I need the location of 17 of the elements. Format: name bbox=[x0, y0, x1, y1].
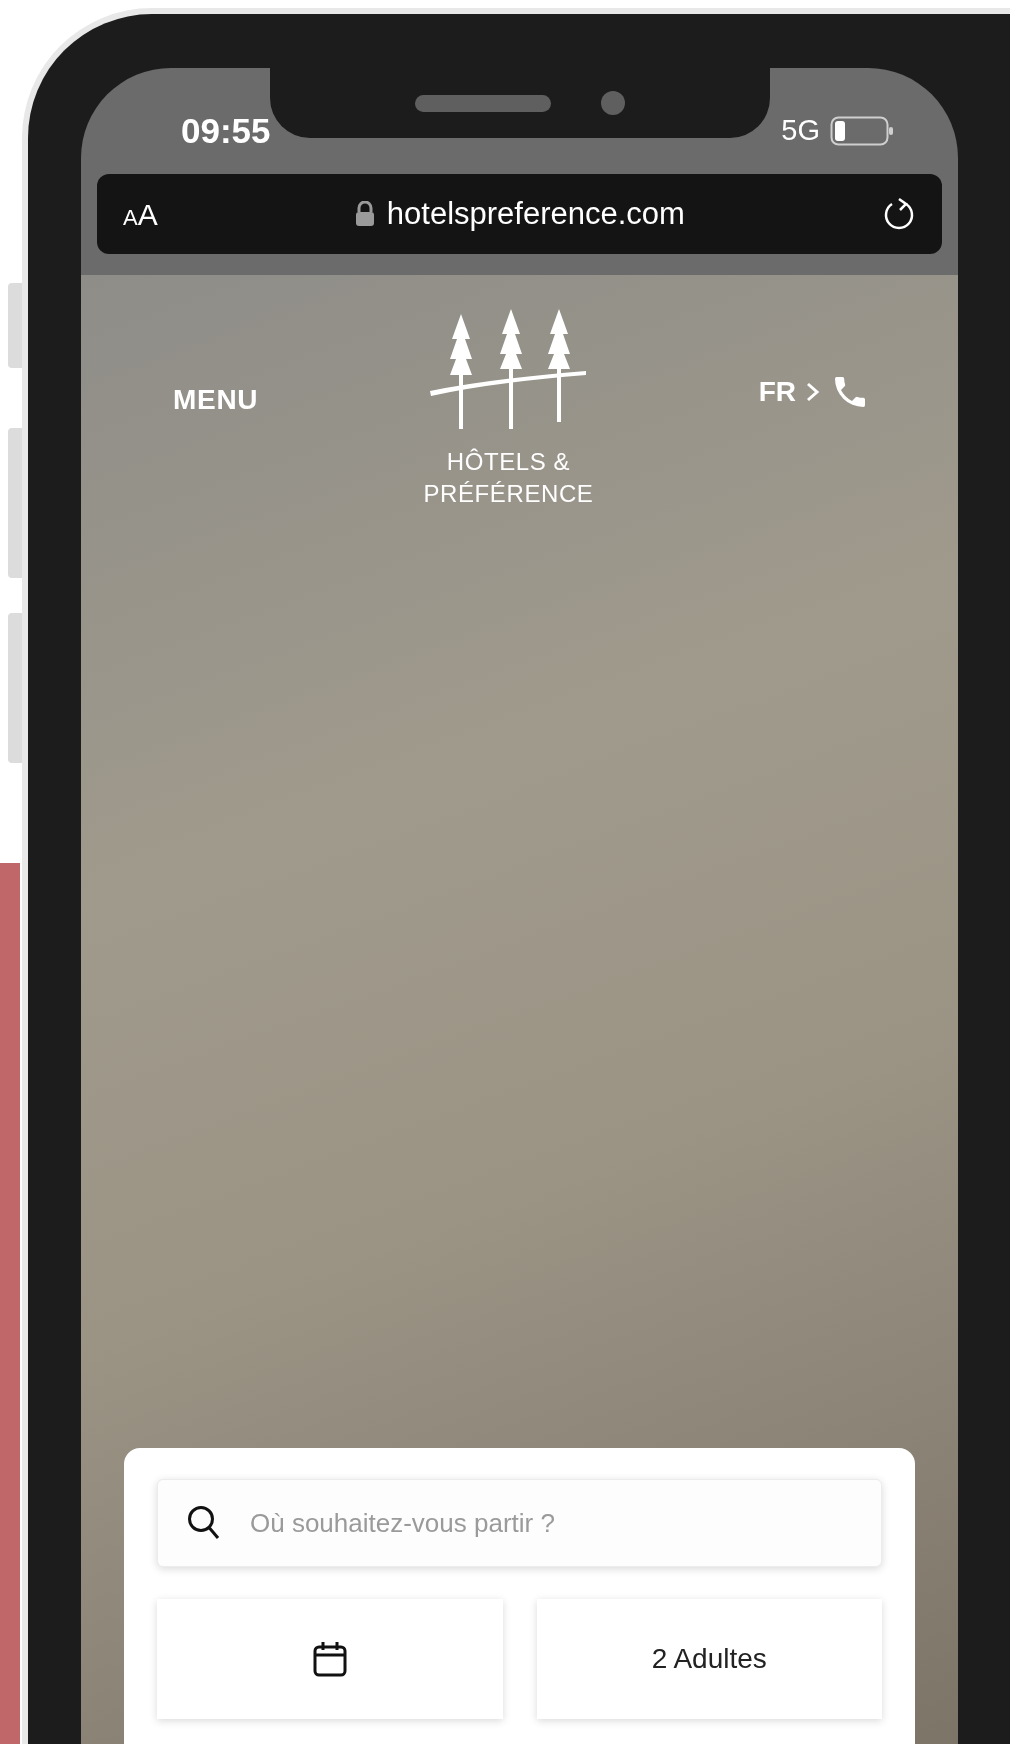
lock-icon bbox=[354, 201, 375, 227]
camera-icon bbox=[601, 91, 625, 115]
address-bar[interactable]: AA hotelspreference.com bbox=[97, 174, 942, 254]
battery-icon bbox=[830, 116, 894, 146]
search-icon bbox=[187, 1505, 221, 1541]
calendar-icon bbox=[312, 1641, 347, 1677]
speaker-icon bbox=[415, 94, 551, 112]
guests-button[interactable]: 2 Adultes bbox=[536, 1599, 882, 1719]
status-time: 09:55 bbox=[181, 109, 271, 152]
text-size-button[interactable]: AA bbox=[123, 191, 158, 237]
logo-text: PRÉFÉRENCE bbox=[423, 479, 594, 509]
logo-text: HÔTELS & bbox=[446, 447, 571, 477]
network-label: 5G bbox=[781, 113, 820, 149]
reload-icon[interactable] bbox=[882, 196, 916, 232]
chevron-right-icon bbox=[806, 381, 820, 403]
destination-field[interactable]: Où souhaitez-vous partir ? bbox=[157, 1479, 882, 1567]
url-text: hotelspreference.com bbox=[386, 194, 685, 233]
